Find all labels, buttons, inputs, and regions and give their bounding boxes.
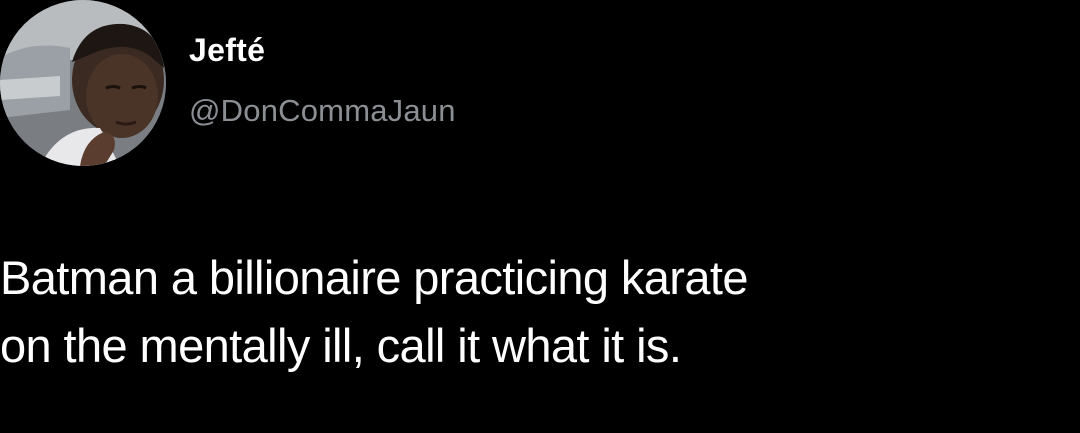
- tweet-text-line: Batman a billionaire practicing karate: [0, 251, 748, 304]
- display-name[interactable]: Jefté: [189, 30, 456, 70]
- tweet-text-line: on the mentally ill, call it what it is.: [0, 319, 682, 372]
- profile-photo-icon: [0, 0, 166, 166]
- tweet-text: Batman a billionaire practicing karate o…: [0, 244, 1080, 380]
- avatar[interactable]: [0, 0, 166, 166]
- tweet-header: Jefté @DonCommaJaun: [0, 0, 1080, 180]
- user-handle[interactable]: @DonCommaJaun: [189, 92, 456, 130]
- author-names: Jefté @DonCommaJaun: [189, 30, 456, 130]
- tweet-card: Jefté @DonCommaJaun Batman a billionaire…: [0, 0, 1080, 433]
